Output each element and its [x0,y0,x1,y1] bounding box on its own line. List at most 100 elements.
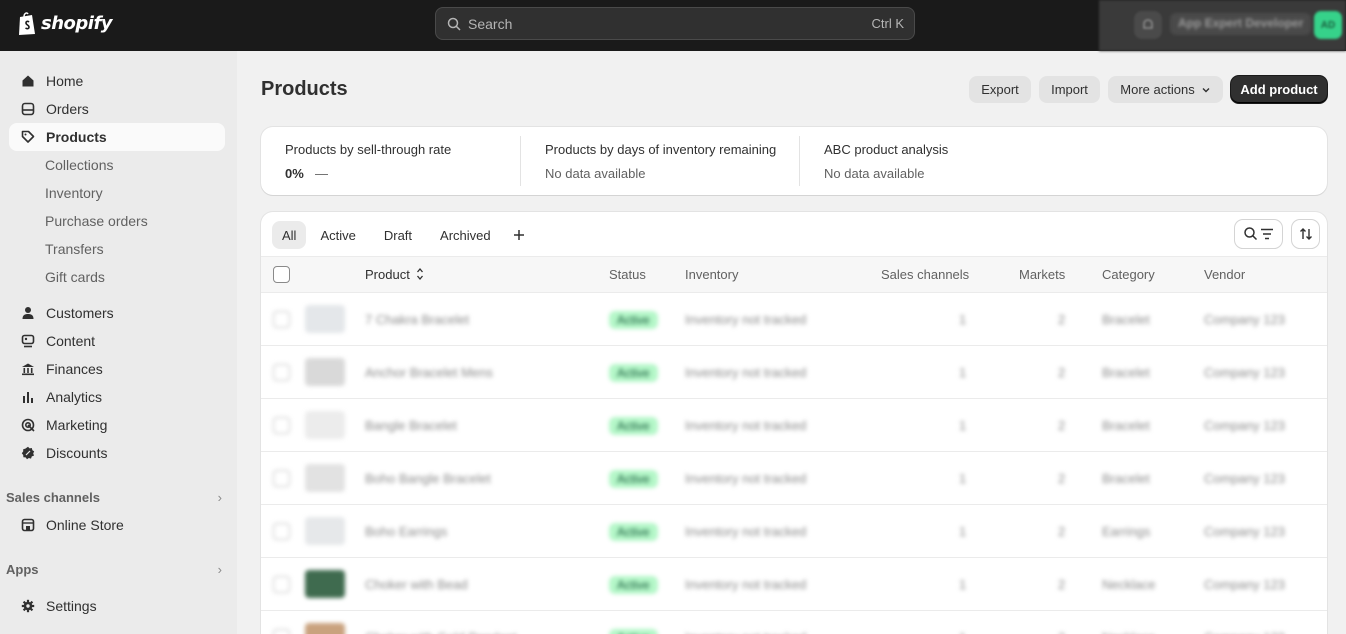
product-thumbnail[interactable] [305,517,345,545]
markets-cell: 2 [1058,418,1066,433]
metric-days-inventory[interactable]: Products by days of inventory remaining … [545,127,799,195]
sidebar-item-inventory[interactable]: Inventory [9,179,225,207]
sidebar-item-label: Content [46,333,96,349]
column-header-category[interactable]: Category [1102,267,1155,282]
product-thumbnail[interactable] [305,623,345,634]
product-name[interactable]: Boho Earrings [365,524,447,539]
column-header-markets[interactable]: Markets [1019,267,1065,282]
inventory-cell: Inventory not tracked [685,577,807,592]
product-name[interactable]: Boho Bangle Bracelet [365,471,491,486]
search-filter-button[interactable] [1235,220,1282,248]
status-badge: Active [609,470,658,488]
more-actions-button[interactable]: More actions [1108,76,1223,103]
sidebar-item-label: Analytics [46,389,103,405]
inventory-cell: Inventory not tracked [685,524,807,539]
chevron-down-icon [1201,85,1211,95]
sidebar-item-label: Home [46,73,84,89]
product-name[interactable]: Bangle Bracelet [365,418,457,433]
sidebar-item-discounts[interactable]: Discounts [9,439,225,467]
sidebar-item-gift-cards[interactable]: Gift cards [9,263,225,291]
table-row[interactable]: Boho Earrings Active Inventory not tracked… [261,505,1327,558]
product-thumbnail[interactable] [305,358,345,386]
table-row[interactable]: 7 Chakra Bracelet Active Inventory not tra… [261,293,1327,346]
product-name[interactable]: 7 Chakra Bracelet [365,312,469,327]
table-row[interactable]: Choker with Gold Pendant Active Inventory … [261,611,1327,634]
sidebar-item-collections[interactable]: Collections [9,151,225,179]
sort-arrows-icon [416,267,424,284]
row-checkbox[interactable] [273,629,290,634]
select-all-checkbox[interactable] [273,266,290,283]
export-button[interactable]: Export [969,76,1031,103]
row-checkbox[interactable] [273,576,290,593]
add-view-plus-icon[interactable] [505,221,533,249]
table-row[interactable]: Bangle Bracelet Active Inventory not track… [261,399,1327,452]
chevron-right-icon: › [217,561,222,577]
divider [799,136,800,186]
column-header-status[interactable]: Status [609,267,646,282]
category-cell: Bracelet [1102,418,1150,433]
tab-all[interactable]: All [272,221,307,249]
product-thumbnail[interactable] [305,464,345,492]
sidebar-item-products[interactable]: Products [9,123,225,151]
inventory-cell: Inventory not tracked [685,418,807,433]
column-header-sales-channels[interactable]: Sales channels [881,267,969,282]
add-product-button[interactable]: Add product [1231,76,1327,103]
vendor-cell: Company 123 [1204,577,1285,592]
store-name-button[interactable]: App Expert Developer [1170,13,1312,35]
category-cell: Necklace [1102,630,1155,634]
product-name[interactable]: Choker with Bead [365,577,468,592]
sidebar-item-content[interactable]: Content [9,327,225,355]
sidebar-item-analytics[interactable]: Analytics [9,383,225,411]
sidebar-item-customers[interactable]: Customers [9,299,225,327]
row-checkbox[interactable] [273,364,290,381]
discount-icon [20,445,36,461]
table-row[interactable]: Anchor Bracelet Mens Active Inventory not … [261,346,1327,399]
row-checkbox[interactable] [273,417,290,434]
sort-button[interactable] [1292,220,1319,248]
product-name[interactable]: Choker with Gold Pendant [365,630,517,634]
sidebar-item-settings[interactable]: Settings [9,592,225,620]
filter-tabs: All Active Draft Archived [272,220,533,250]
row-checkbox[interactable] [273,523,290,540]
tab-draft[interactable]: Draft [370,221,426,249]
import-button[interactable]: Import [1039,76,1100,103]
row-checkbox[interactable] [273,311,290,328]
sidebar-item-label: Finances [46,361,103,377]
search-shortcut: Ctrl K [871,16,905,31]
shopify-bag-icon [19,12,35,35]
sidebar-item-label: Marketing [46,417,108,433]
sidebar-section-apps[interactable]: Apps › [6,559,222,579]
table-row[interactable]: Boho Bangle Bracelet Active Inventory not … [261,452,1327,505]
column-header-inventory[interactable]: Inventory [685,267,738,282]
category-cell: Necklace [1102,577,1156,592]
sidebar-item-purchase-orders[interactable]: Purchase orders [9,207,225,235]
product-thumbnail[interactable] [305,411,345,439]
sidebar-item-home[interactable]: Home [9,67,225,95]
metric-sell-through[interactable]: Products by sell-through rate 0% — [285,127,521,195]
metric-abc-analysis[interactable]: ABC product analysis No data available [824,127,1024,195]
notifications-bell-icon[interactable] [1134,11,1162,39]
store-avatar[interactable]: AD [1314,11,1342,39]
tab-archived[interactable]: Archived [426,221,505,249]
sidebar-item-finances[interactable]: Finances [9,355,225,383]
column-header-product[interactable]: Product [365,267,424,284]
sidebar-item-label: Settings [46,598,97,614]
tab-active[interactable]: Active [306,221,369,249]
sidebar-item-orders[interactable]: Orders [9,95,225,123]
product-thumbnail[interactable] [305,570,345,598]
sidebar-item-online-store[interactable]: Online Store [9,511,225,539]
category-cell: Bracelet [1102,365,1150,380]
table-row[interactable]: Choker with Bead Active Inventory not trac… [261,558,1327,611]
shopify-logo[interactable]: shopify [17,11,113,36]
product-name[interactable]: Anchor Bracelet Mens [365,365,493,380]
product-thumbnail[interactable] [305,305,345,333]
search-bar[interactable]: Search Ctrl K [435,7,915,40]
sidebar-item-marketing[interactable]: Marketing [9,411,225,439]
sidebar-item-label: Discounts [46,445,108,461]
column-header-vendor[interactable]: Vendor [1204,267,1245,282]
sidebar-section-sales-channels[interactable]: Sales channels › [6,487,222,507]
row-checkbox[interactable] [273,470,290,487]
analytics-card: Products by sell-through rate 0% — Produ… [261,127,1327,195]
sidebar-item-transfers[interactable]: Transfers [9,235,225,263]
home-icon [20,73,36,89]
